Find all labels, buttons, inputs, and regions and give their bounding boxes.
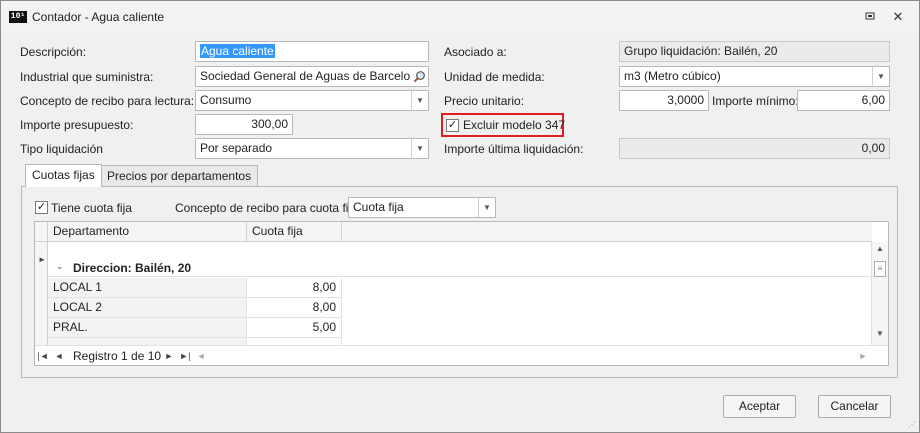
departamento-cell[interactable]: LOCAL 2 bbox=[48, 298, 247, 318]
asociado-field: Grupo liquidación: Bailén, 20 bbox=[619, 41, 890, 62]
concepto-recibo-value: Consumo bbox=[200, 93, 252, 107]
excluir-347-checkbox[interactable]: ✓ bbox=[446, 119, 459, 132]
tipo-liquidacion-select[interactable]: Por separado ▼ bbox=[195, 138, 429, 159]
search-icon[interactable] bbox=[410, 67, 428, 86]
restore-icon[interactable] bbox=[861, 8, 879, 26]
tipo-liquidacion-label: Tipo liquidación bbox=[20, 142, 103, 156]
grid-navigator: |◄ ◄ Registro 1 de 10 ► ►| ◄ ► bbox=[35, 345, 888, 365]
importe-presupuesto-field[interactable]: 300,00 bbox=[195, 114, 293, 135]
window-title: Contador - Agua caliente bbox=[32, 10, 165, 24]
industrial-value: Sociedad General de Aguas de Barcelona, … bbox=[200, 69, 429, 83]
group-row[interactable]: ⌄ Direccion: Bailén, 20 bbox=[48, 259, 872, 277]
scroll-up-icon[interactable]: ▲ bbox=[876, 244, 884, 253]
unidad-medida-select[interactable]: m3 (Metro cúbico) ▼ bbox=[619, 66, 890, 87]
next-record-icon[interactable]: ► bbox=[163, 346, 175, 365]
group-label: Direccion: Bailén, 20 bbox=[73, 261, 192, 275]
title-bar: 10¹ Contador - Agua caliente ✕ bbox=[1, 1, 919, 31]
concepto-cuota-label: Concepto de recibo para cuota fija: bbox=[175, 201, 362, 215]
chevron-down-icon[interactable]: ▼ bbox=[478, 198, 495, 217]
chevron-down-icon[interactable]: ▼ bbox=[872, 67, 889, 86]
scroll-left-icon[interactable]: ◄ bbox=[195, 346, 207, 365]
importe-minimo-label: Importe mínimo: bbox=[712, 94, 799, 108]
table-row[interactable]: LOCAL 2 8,00 bbox=[48, 298, 872, 318]
concepto-recibo-select[interactable]: Consumo ▼ bbox=[195, 90, 429, 111]
departamento-cell[interactable]: PRAL. bbox=[48, 318, 247, 338]
table-row[interactable]: LOCAL 1 8,00 bbox=[48, 278, 872, 298]
tiene-cuota-fija-checkbox[interactable]: ✓ bbox=[35, 201, 48, 214]
row-indicator-column: ► bbox=[35, 242, 48, 345]
grid-header-indicator bbox=[35, 222, 48, 242]
first-record-icon[interactable]: |◄ bbox=[37, 346, 49, 365]
column-header-cuota-fija[interactable]: Cuota fija bbox=[247, 222, 342, 242]
importe-minimo-field[interactable]: 6,00 bbox=[797, 90, 890, 111]
excluir-347-label: Excluir modelo 347 bbox=[463, 118, 566, 132]
importe-presupuesto-label: Importe presupuesto: bbox=[20, 118, 134, 132]
descripcion-value: Agua caliente bbox=[200, 44, 275, 58]
unidad-medida-value: m3 (Metro cúbico) bbox=[624, 69, 721, 83]
industrial-field[interactable]: Sociedad General de Aguas de Barcelona, … bbox=[195, 66, 429, 87]
departamento-cell[interactable]: LOCAL 1 bbox=[48, 278, 247, 298]
concepto-cuota-select[interactable]: Cuota fija ▼ bbox=[348, 197, 496, 218]
app-icon: 10¹ bbox=[9, 11, 27, 23]
previous-record-icon[interactable]: ◄ bbox=[53, 346, 65, 365]
tab-cuotas-fijas[interactable]: Cuotas fijas bbox=[25, 164, 102, 187]
precio-unitario-field[interactable]: 3,0000 bbox=[619, 90, 709, 111]
cuota-cell[interactable]: 8,00 bbox=[247, 278, 342, 298]
descripcion-label: Descripción: bbox=[20, 45, 87, 59]
concepto-cuota-value: Cuota fija bbox=[353, 200, 404, 214]
importe-ultima-label: Importe última liquidación: bbox=[444, 142, 584, 156]
scroll-right-icon[interactable]: ► bbox=[857, 346, 869, 365]
cuota-cell[interactable]: 5,00 bbox=[247, 318, 342, 338]
tiene-cuota-fija-label: Tiene cuota fija bbox=[51, 201, 132, 215]
accept-button[interactable]: Aceptar bbox=[723, 395, 796, 418]
asociado-label: Asociado a: bbox=[444, 45, 507, 59]
resize-grip-icon[interactable]: ⋰ bbox=[908, 421, 916, 429]
focused-row-icon: ► bbox=[38, 255, 46, 264]
record-counter: Registro 1 de 10 bbox=[73, 349, 162, 363]
chevron-down-icon[interactable]: ⌄ bbox=[56, 261, 64, 272]
importe-ultima-field: 0,00 bbox=[619, 138, 890, 159]
descripcion-field[interactable]: Agua caliente bbox=[195, 41, 429, 62]
column-header-departamento[interactable]: Departamento bbox=[48, 222, 247, 242]
vertical-scrollbar[interactable]: ▲ ≡ ▼ bbox=[871, 242, 888, 349]
chevron-down-icon[interactable]: ▼ bbox=[411, 139, 428, 158]
departamentos-grid: Departamento Cuota fija ► ⌄ Direccion: B… bbox=[34, 221, 889, 366]
industrial-label: Industrial que suministra: bbox=[20, 70, 154, 84]
tipo-liquidacion-value: Por separado bbox=[200, 141, 273, 155]
grid-header: Departamento Cuota fija bbox=[35, 222, 872, 242]
scroll-down-icon[interactable]: ▼ bbox=[876, 329, 884, 338]
tab-precios-departamentos[interactable]: Precios por departamentos bbox=[100, 165, 259, 187]
unidad-medida-label: Unidad de medida: bbox=[444, 70, 545, 84]
cancel-button[interactable]: Cancelar bbox=[818, 395, 891, 418]
dialog-window: 10¹ Contador - Agua caliente ✕ Descripci… bbox=[0, 0, 920, 433]
chevron-down-icon[interactable]: ▼ bbox=[411, 91, 428, 110]
precio-unitario-label: Precio unitario: bbox=[444, 94, 525, 108]
concepto-recibo-label: Concepto de recibo para lectura: bbox=[20, 94, 195, 108]
close-icon[interactable]: ✕ bbox=[889, 8, 907, 26]
cuota-cell[interactable]: 8,00 bbox=[247, 298, 342, 318]
table-row[interactable]: PRAL. 5,00 bbox=[48, 318, 872, 338]
last-record-icon[interactable]: ►| bbox=[179, 346, 191, 365]
scroll-thumb[interactable]: ≡ bbox=[874, 261, 886, 277]
